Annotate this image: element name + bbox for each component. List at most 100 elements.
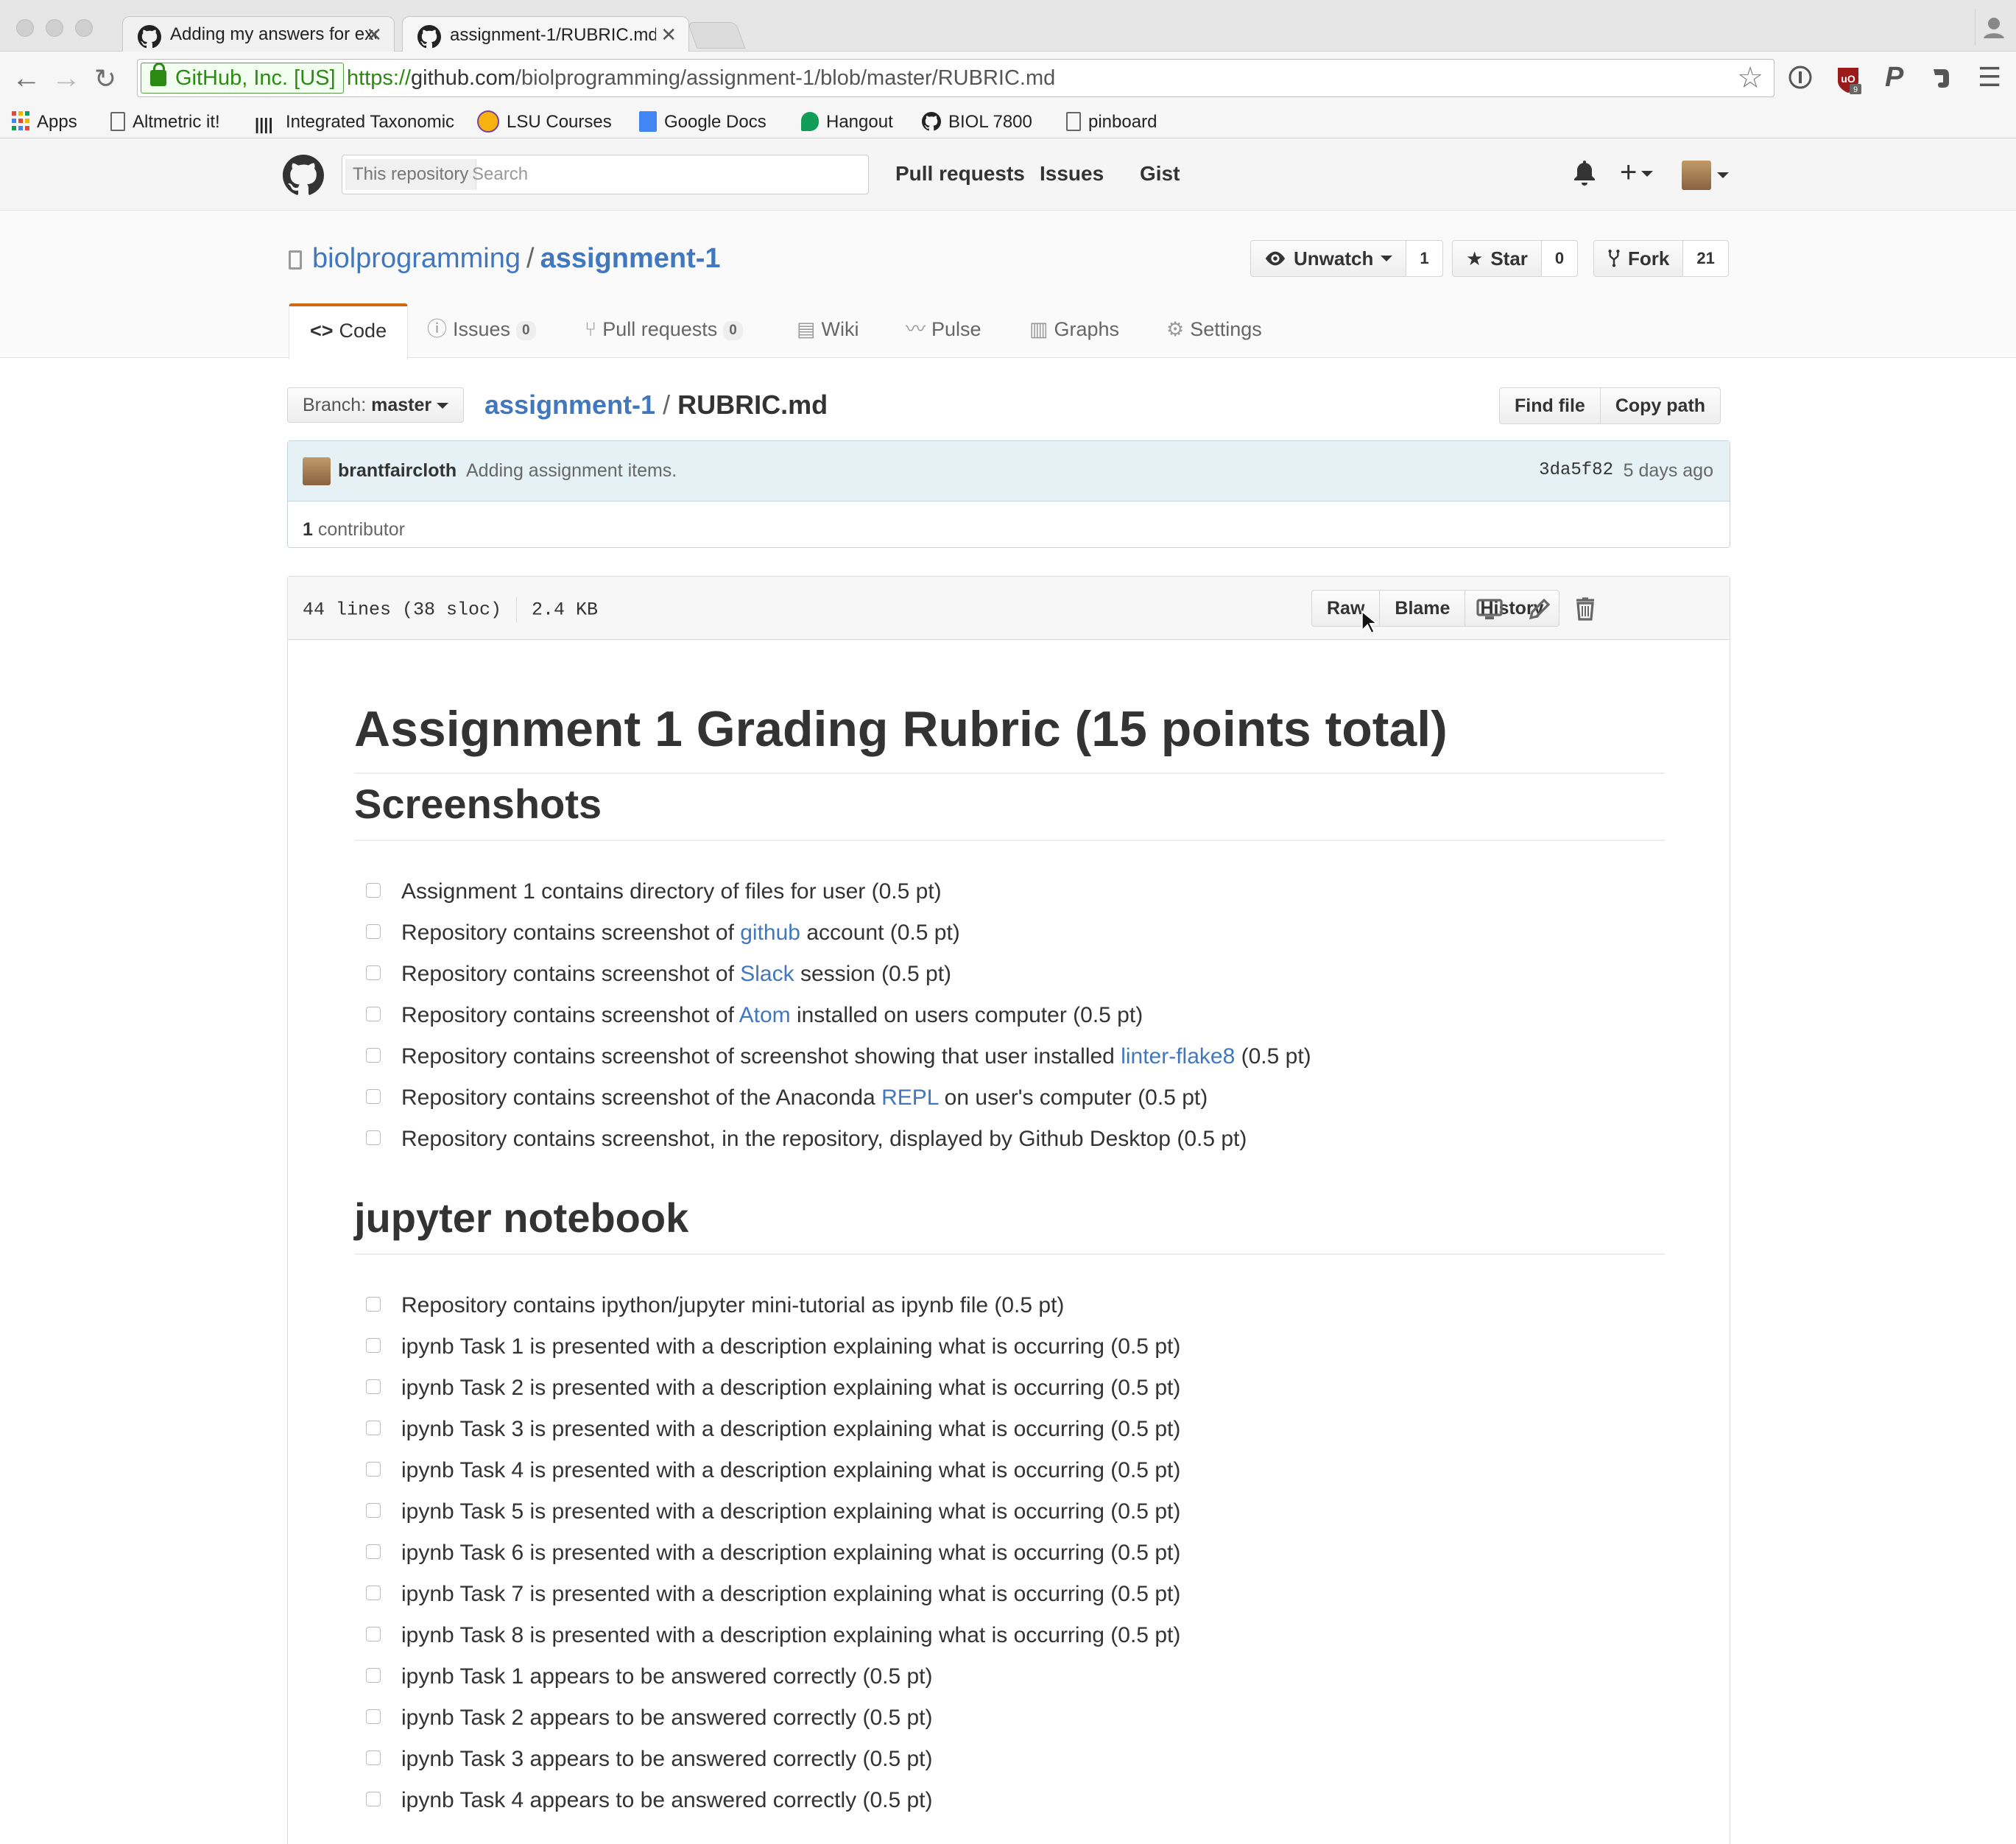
- github-logo-icon[interactable]: [283, 155, 324, 196]
- tab-graphs[interactable]: ▥ Graphs: [1029, 303, 1119, 359]
- task-checkbox[interactable]: [366, 1089, 381, 1105]
- browser-tab-0[interactable]: Adding my answers for exe ✕: [122, 16, 395, 52]
- desktop-icon[interactable]: [1476, 596, 1503, 622]
- ublock-icon[interactable]: uO 9: [1835, 65, 1863, 101]
- task-link[interactable]: Atom: [739, 1003, 791, 1027]
- nav-gist[interactable]: Gist: [1140, 162, 1180, 186]
- browser-tab-1[interactable]: assignment-1/RUBRIC.md ✕: [402, 16, 689, 53]
- task-checkbox[interactable]: [366, 1503, 381, 1519]
- url-text[interactable]: https://github.com/biolprogramming/assig…: [347, 60, 1055, 96]
- commit-sha[interactable]: 3da5f82: [1539, 460, 1613, 480]
- breadcrumb-repo-link[interactable]: assignment-1: [484, 390, 655, 420]
- notifications-bell-icon[interactable]: [1573, 161, 1596, 187]
- search-input[interactable]: [472, 155, 855, 194]
- bookmark-lsu-courses[interactable]: LSU Courses: [477, 109, 612, 136]
- tab-code[interactable]: <> Code: [289, 303, 409, 359]
- task-checkbox[interactable]: [366, 924, 381, 940]
- task-checkbox[interactable]: [366, 883, 381, 898]
- star-button[interactable]: ★ Star: [1453, 241, 1542, 276]
- back-icon[interactable]: ←: [12, 62, 41, 95]
- new-tab-button[interactable]: [687, 22, 746, 49]
- task-checkbox[interactable]: [366, 1421, 381, 1436]
- task-list-item: ipynb Task 3 appears to be answered corr…: [366, 1745, 933, 1774]
- unwatch-button[interactable]: Unwatch: [1251, 241, 1407, 276]
- avatar[interactable]: [303, 457, 331, 485]
- address-bar[interactable]: GitHub, Inc. [US] https://github.com/bio…: [137, 59, 1774, 97]
- nav-issues[interactable]: Issues: [1040, 162, 1104, 186]
- stargazers-count[interactable]: 0: [1541, 241, 1578, 276]
- tab-issues[interactable]: ⓘ Issues 0: [427, 303, 536, 359]
- task-link[interactable]: REPL: [881, 1085, 938, 1110]
- bookmark-itis[interactable]: |||| Integrated Taxonomic: [255, 109, 468, 136]
- window-minimize-button[interactable]: [46, 19, 63, 37]
- task-checkbox[interactable]: [366, 1048, 381, 1063]
- tab-pull-requests[interactable]: ⑂ Pull requests 0: [585, 303, 743, 359]
- bookmark-pinboard[interactable]: pinboard: [1066, 109, 1157, 136]
- window-zoom-button[interactable]: [75, 19, 93, 37]
- tab-wiki[interactable]: ▤ Wiki: [797, 303, 859, 359]
- trash-icon[interactable]: [1572, 596, 1599, 622]
- task-checkbox[interactable]: [366, 1709, 381, 1725]
- window-close-button[interactable]: [16, 19, 34, 37]
- task-text: ipynb Task 7 is presented with a descrip…: [401, 1582, 1181, 1606]
- bookmark-google-docs[interactable]: Google Docs: [639, 109, 766, 136]
- pencil-icon[interactable]: [1526, 596, 1553, 622]
- task-checkbox[interactable]: [366, 1627, 381, 1642]
- watch-button-group: Unwatch 1: [1250, 240, 1443, 277]
- task-text: ipynb Task 2 appears to be answered corr…: [401, 1706, 933, 1730]
- commit-author[interactable]: brantfaircloth: [338, 460, 457, 482]
- book-icon: ▤: [797, 318, 816, 340]
- task-checkbox[interactable]: [366, 1007, 381, 1022]
- evernote-icon[interactable]: [1929, 65, 1953, 96]
- task-link[interactable]: Slack: [740, 962, 794, 986]
- task-checkbox[interactable]: [366, 1792, 381, 1807]
- bookmark-star-icon[interactable]: ☆: [1737, 63, 1763, 94]
- close-icon[interactable]: ✕: [660, 24, 677, 46]
- bookmark-hangout[interactable]: Hangout: [801, 109, 893, 136]
- tab-settings[interactable]: ⚙ Settings: [1166, 303, 1262, 359]
- bookmark-altmetric[interactable]: Altmetric it!: [110, 109, 220, 136]
- avatar[interactable]: [1682, 161, 1711, 190]
- chevron-down-icon[interactable]: [1717, 172, 1729, 178]
- code-icon: <>: [310, 320, 334, 342]
- task-checkbox[interactable]: [366, 1586, 381, 1601]
- create-new-icon[interactable]: +: [1620, 156, 1654, 189]
- task-checkbox[interactable]: [366, 1544, 381, 1560]
- branch-select-button[interactable]: Branch: master: [287, 387, 465, 423]
- tab-pulse[interactable]: 〰 Pulse: [906, 303, 981, 359]
- task-text-suffix: account (0.5 pt): [800, 921, 960, 945]
- bookmark-apps[interactable]: Apps: [12, 109, 77, 136]
- fork-button[interactable]: Fork: [1594, 241, 1684, 276]
- forward-icon[interactable]: →: [52, 62, 81, 95]
- blame-button[interactable]: Blame: [1380, 591, 1466, 626]
- task-link[interactable]: linter-flake8: [1121, 1044, 1235, 1069]
- copy-path-button[interactable]: Copy path: [1601, 388, 1720, 423]
- close-icon[interactable]: ✕: [366, 24, 382, 46]
- task-checkbox[interactable]: [366, 1130, 381, 1146]
- commit-message[interactable]: Adding assignment items.: [466, 460, 677, 482]
- task-checkbox[interactable]: [366, 1462, 381, 1477]
- task-checkbox[interactable]: [366, 965, 381, 981]
- paypal-icon[interactable]: P: [1885, 62, 1903, 94]
- reload-icon[interactable]: ↻: [94, 63, 116, 94]
- forks-count[interactable]: 21: [1683, 241, 1728, 276]
- task-checkbox[interactable]: [366, 1338, 381, 1354]
- task-checkbox[interactable]: [366, 1379, 381, 1395]
- task-checkbox[interactable]: [366, 1297, 381, 1312]
- menu-icon[interactable]: ☰: [1978, 62, 2001, 93]
- bookmark-biol7800[interactable]: BIOL 7800: [922, 109, 1032, 136]
- profile-icon[interactable]: [1975, 9, 2012, 46]
- ev-certificate-badge[interactable]: GitHub, Inc. [US]: [141, 63, 344, 94]
- readme-title: Assignment 1 Grading Rubric (15 points t…: [354, 700, 1665, 774]
- contributors-summary[interactable]: 1 contributor: [303, 519, 405, 541]
- task-checkbox[interactable]: [366, 1668, 381, 1683]
- svg-text:9: 9: [1853, 85, 1858, 94]
- task-link[interactable]: github: [740, 921, 800, 945]
- nav-pull-requests[interactable]: Pull requests: [895, 162, 1025, 186]
- repo-owner-link[interactable]: biolprogramming: [312, 243, 521, 274]
- task-checkbox[interactable]: [366, 1750, 381, 1766]
- 1password-icon[interactable]: [1788, 65, 1813, 96]
- find-file-button[interactable]: Find file: [1500, 388, 1601, 423]
- watchers-count[interactable]: 1: [1406, 241, 1442, 276]
- repo-name-link[interactable]: assignment-1: [540, 243, 721, 274]
